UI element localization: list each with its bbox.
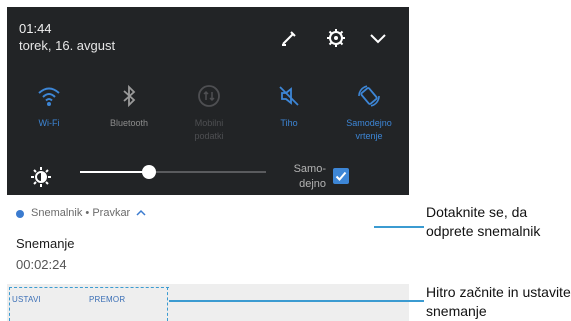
mute-icon — [276, 83, 302, 109]
recorder-notification[interactable]: Snemalnik • Pravkar Snemanje 00:02:24 — [7, 198, 409, 283]
tile-silent[interactable]: Tiho — [249, 83, 329, 130]
tile-wifi-label: Wi-Fi — [38, 118, 60, 128]
mobile-data-icon — [196, 83, 222, 109]
chevron-down-icon[interactable] — [367, 27, 389, 49]
tile-auto-rotate[interactable]: Samodejno vrtenje — [329, 83, 409, 143]
bluetooth-icon — [116, 83, 142, 109]
brightness-icon — [30, 166, 52, 188]
auto-brightness-label: Samo-dejno — [293, 163, 326, 190]
status-date: torek, 16. avgust — [19, 38, 116, 53]
callout-quick-controls: Hitro začnite in ustavite snemanje — [426, 284, 571, 319]
tile-auto-rotate-label: Samodejno vrtenje — [346, 118, 392, 141]
rotate-icon — [356, 83, 382, 109]
gear-icon[interactable] — [325, 27, 347, 49]
chevron-up-icon[interactable] — [136, 208, 146, 218]
notification-header: Snemalnik • Pravkar — [31, 207, 146, 219]
tile-mobile-data-label: Mobilni podatki — [194, 118, 224, 141]
auto-brightness-checkbox[interactable] — [333, 168, 349, 184]
callout-line-quick — [169, 300, 424, 302]
tile-silent-label: Tiho — [280, 118, 298, 128]
tile-mobile-data[interactable]: Mobilni podatki — [169, 83, 249, 143]
tile-wifi[interactable]: Wi-Fi — [9, 83, 89, 130]
tile-bluetooth[interactable]: Bluetooth — [89, 83, 169, 130]
notification-title: Snemanje — [16, 236, 75, 251]
callout-line-open — [374, 226, 424, 228]
callout-open-recorder: Dotaknite se, da odprete snemalnik — [426, 204, 541, 239]
notification-app-line: Snemalnik • Pravkar — [31, 207, 131, 219]
wifi-icon — [36, 83, 62, 109]
edit-icon[interactable] — [278, 27, 300, 49]
app-icon — [16, 210, 24, 218]
tile-bluetooth-label: Bluetooth — [109, 118, 149, 128]
actions-highlight-edge — [167, 287, 168, 321]
brightness-slider-fill — [80, 171, 149, 173]
notification-shade: 01:44 torek, 16. avgust Wi-Fi Bluetooth … — [7, 7, 409, 195]
brightness-slider-knob[interactable] — [141, 165, 156, 179]
actions-highlight-box — [9, 287, 169, 321]
status-time: 01:44 — [19, 21, 52, 36]
recording-timer: 00:02:24 — [16, 257, 67, 272]
brightness-slider[interactable] — [80, 165, 266, 179]
